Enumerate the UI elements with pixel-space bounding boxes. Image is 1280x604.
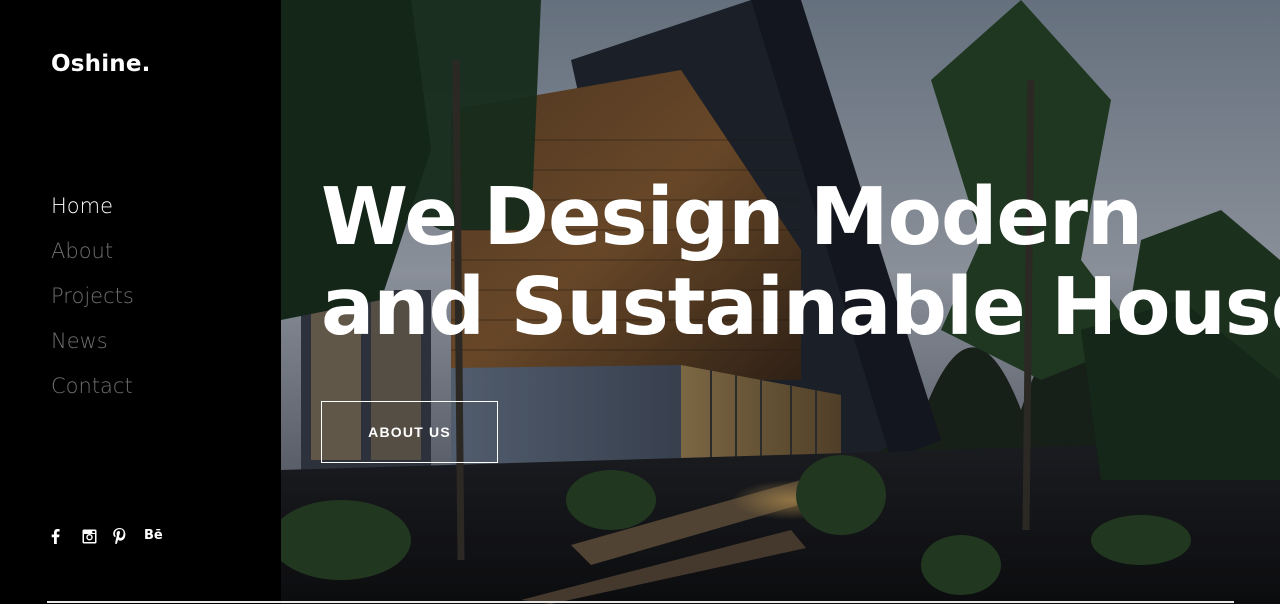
main-nav: Home About Projects News Contact xyxy=(51,190,134,415)
social-links: Bē xyxy=(51,527,175,545)
nav-item-about[interactable]: About xyxy=(51,235,134,280)
facebook-icon[interactable] xyxy=(51,527,82,545)
instagram-icon[interactable] xyxy=(82,527,113,545)
hero-title-line-2: and Sustainable Houses xyxy=(321,261,1280,353)
nav-item-news[interactable]: News xyxy=(51,325,134,370)
nav-item-contact[interactable]: Contact xyxy=(51,370,134,415)
nav-item-home[interactable]: Home xyxy=(51,190,134,235)
behance-icon[interactable]: Bē xyxy=(144,527,175,545)
site-logo[interactable]: Oshine. xyxy=(51,51,151,77)
hero-title: We Design Modern and Sustainable Houses xyxy=(321,172,1280,352)
page: Oshine. Home About Projects News Contact… xyxy=(0,0,1280,604)
hero-title-line-1: We Design Modern xyxy=(321,171,1143,263)
about-us-button[interactable]: ABOUT US xyxy=(321,401,498,463)
pinterest-icon[interactable] xyxy=(113,527,144,545)
bottom-divider xyxy=(47,601,1234,603)
sidebar: Oshine. Home About Projects News Contact… xyxy=(0,0,281,604)
hero-section: We Design Modern and Sustainable Houses … xyxy=(281,0,1280,604)
nav-item-projects[interactable]: Projects xyxy=(51,280,134,325)
